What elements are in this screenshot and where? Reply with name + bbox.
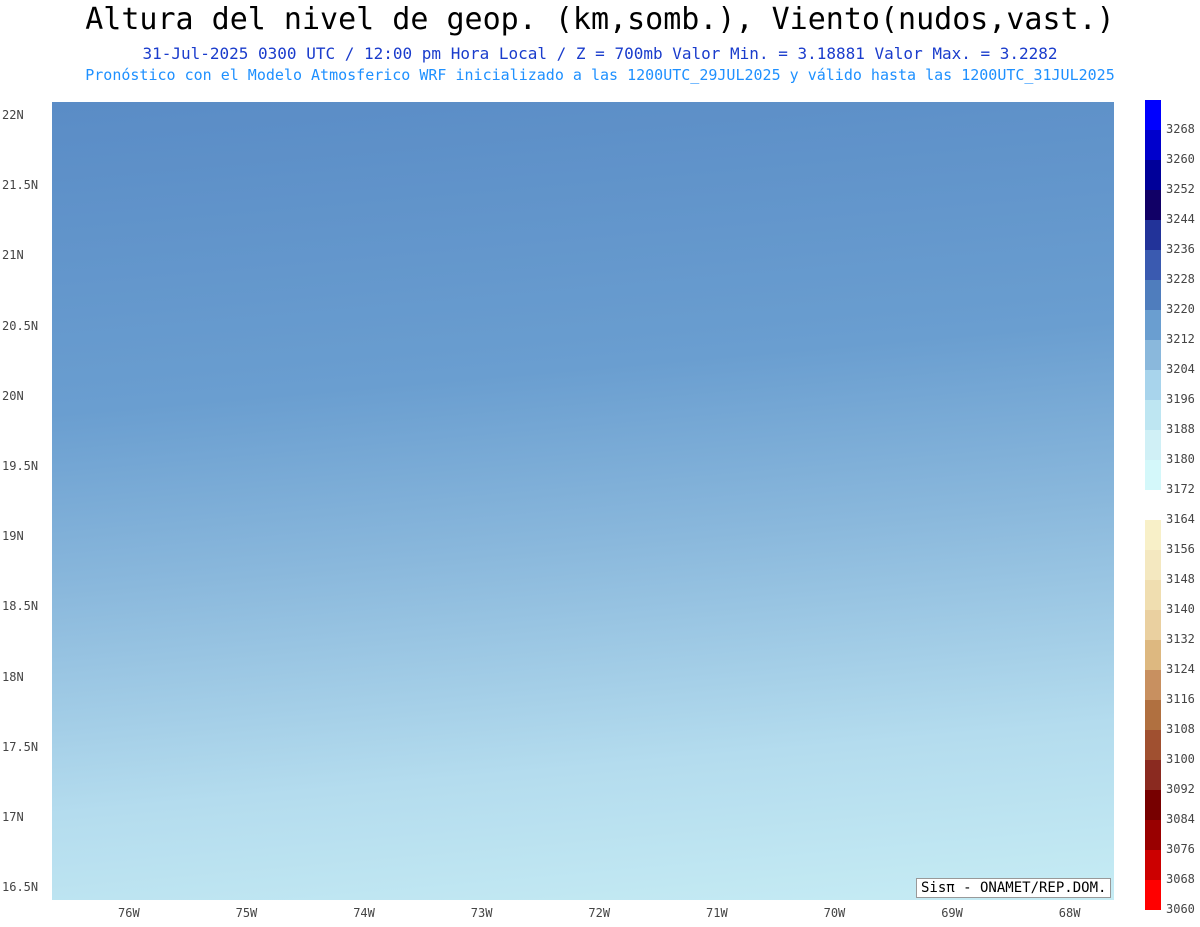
scale-label: 3172: [1166, 482, 1195, 496]
lat-label: 20N: [2, 388, 24, 403]
scale-swatch: [1145, 100, 1161, 130]
scale-label: 3252: [1166, 182, 1195, 196]
lon-label: 72W: [588, 906, 611, 920]
scale-swatch: [1145, 310, 1161, 340]
scale-swatch: [1145, 280, 1161, 310]
subtitle: 31-Jul-2025 0300 UTC / 12:00 pm Hora Loc…: [142, 44, 1058, 63]
scale-label: 3060: [1166, 902, 1195, 916]
scale-label: 3100: [1166, 752, 1195, 766]
scale-swatch: [1145, 850, 1161, 880]
scale-swatch: [1145, 550, 1161, 580]
lat-label: 17N: [2, 810, 24, 824]
scale-swatch: [1145, 370, 1161, 400]
map: [52, 102, 1114, 900]
scale-label: 3244: [1166, 212, 1195, 226]
lon-label: 69W: [941, 906, 963, 920]
scale-label: 3236: [1166, 242, 1195, 256]
scale-label: 3188: [1166, 422, 1195, 436]
scale-swatch: [1145, 130, 1161, 160]
lat-label: 18N: [2, 669, 24, 684]
lat-label: 20.5N: [2, 318, 39, 333]
scale-swatch: [1145, 880, 1161, 910]
lat-label: 21N: [2, 248, 24, 263]
lon-label: 76W: [118, 906, 140, 920]
lon-label: 71W: [706, 906, 728, 920]
scale-swatch: [1145, 220, 1161, 250]
lon-label: 75W: [235, 906, 258, 920]
lon-label: 68W: [1058, 906, 1081, 920]
lat-label: 16.5N: [2, 880, 39, 895]
scale-label: 3204: [1166, 362, 1195, 376]
scale-swatch: [1145, 490, 1161, 520]
scale-label: 3124: [1166, 662, 1195, 676]
lat-label: 19.5N: [2, 459, 39, 473]
lon-label: 70W: [823, 906, 846, 920]
title: Altura del nivel de geop. (km,somb.), Vi…: [85, 2, 1115, 37]
scale-label: 3268: [1166, 122, 1195, 136]
scale-swatch: [1145, 160, 1161, 190]
scale-label: 3156: [1166, 542, 1195, 556]
lon-label: 74W: [353, 906, 375, 920]
scale-label: 3092: [1166, 782, 1195, 796]
lat-label: 22N: [2, 108, 24, 122]
scale-swatch: [1145, 730, 1161, 760]
scale-swatch: [1145, 520, 1161, 550]
scale-label: 3140: [1166, 602, 1195, 616]
scale-swatch: [1145, 580, 1161, 610]
lon-label: 73W: [470, 906, 493, 920]
scale-swatch: [1145, 700, 1161, 730]
credit: Sisπ - ONAMET/REP.DOM.: [916, 878, 1112, 898]
scale-label: 3116: [1166, 692, 1195, 706]
scale-label: 3260: [1166, 152, 1195, 166]
scale-label: 3068: [1166, 872, 1195, 886]
lat-label: 17.5N: [2, 739, 39, 754]
scale-swatch: [1145, 460, 1161, 490]
scale-label: 3196: [1166, 392, 1195, 406]
scale-label: 3180: [1166, 452, 1195, 466]
lat-label: 21.5N: [2, 178, 39, 193]
scale-label: 3220: [1166, 302, 1195, 316]
model-info: Pronóstico con el Modelo Atmosferico WRF…: [85, 66, 1115, 84]
scale-swatch: [1145, 340, 1161, 370]
lat-label: 19N: [2, 529, 24, 544]
scale-swatch: [1145, 640, 1161, 670]
scale-label: 3132: [1166, 632, 1195, 646]
scale-label: 3084: [1166, 812, 1195, 826]
scale-swatch: [1145, 820, 1161, 850]
scale-swatch: [1145, 190, 1161, 220]
scale-label: 3076: [1166, 842, 1195, 856]
scale-swatch: [1145, 400, 1161, 430]
scale-swatch: [1145, 670, 1161, 700]
scale-label: 3164: [1166, 512, 1195, 526]
scale-swatch: [1145, 610, 1161, 640]
scale-swatch: [1145, 250, 1161, 280]
scale-label: 3108: [1166, 722, 1195, 736]
lat-label: 18.5N: [2, 599, 39, 614]
scale-label: 3212: [1166, 332, 1195, 346]
scale-swatch: [1145, 430, 1161, 460]
scale-label: 3148: [1166, 572, 1195, 586]
scale-swatch: [1145, 760, 1161, 790]
scale-label: 3228: [1166, 272, 1195, 286]
scale-swatch: [1145, 790, 1161, 820]
